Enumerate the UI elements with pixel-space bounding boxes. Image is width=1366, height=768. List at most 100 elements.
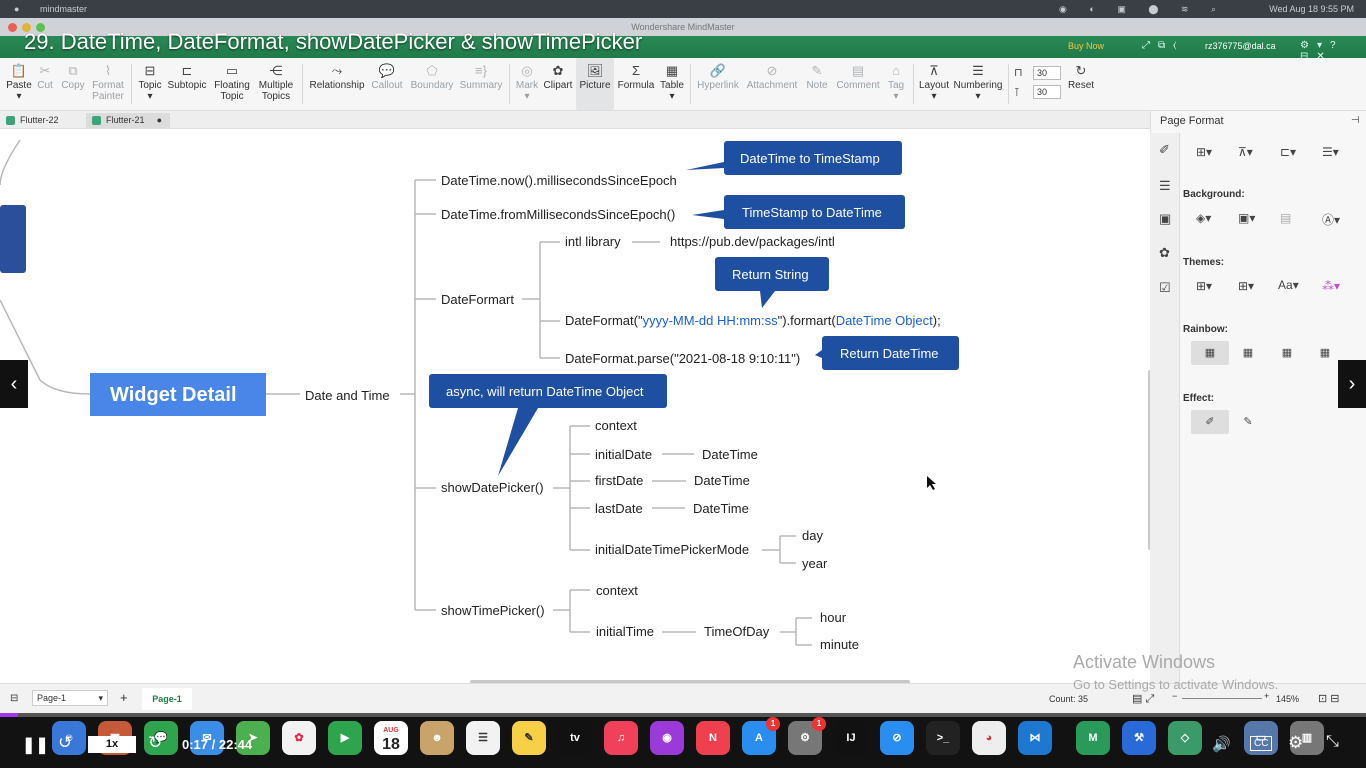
page-select[interactable]: Page-1 ▾	[32, 690, 108, 706]
copy-button[interactable]: ⧉ Copy	[58, 58, 88, 110]
podcasts-icon[interactable]: ◉	[650, 721, 684, 755]
background-image-icon[interactable]: ▣▾	[1238, 211, 1255, 225]
effect-option-2[interactable]: ✎	[1229, 410, 1267, 434]
view-icons[interactable]: ▤ ⤢	[1132, 692, 1154, 706]
node-minute[interactable]: minute	[820, 637, 859, 652]
panel-toggle-icon[interactable]: ⊟	[10, 693, 18, 704]
app-store-icon[interactable]: A1	[742, 717, 780, 755]
horizontal-spacing-input[interactable]: 30	[1033, 66, 1061, 80]
topic-date-and-time[interactable]: Date and Time	[305, 388, 390, 403]
format-painter-button[interactable]: ⌇ Format Painter	[90, 58, 126, 110]
floating-topic-button[interactable]: ▭ Floating Topic	[211, 58, 253, 110]
table-button[interactable]: ▦ Table ▾	[657, 58, 687, 110]
hyperlink-button[interactable]: 🔗 Hyperlink	[695, 58, 741, 110]
zoom-slider[interactable]	[1182, 698, 1262, 699]
node-intl-url[interactable]: https://pub.dev/packages/intl	[670, 234, 835, 249]
node-time-of-day[interactable]: TimeOfDay	[704, 624, 770, 639]
node-year[interactable]: year	[802, 556, 828, 571]
node-dateformat-parse[interactable]: DateFormat.parse("2021-08-18 9:10:11")	[565, 351, 800, 366]
zoom-level[interactable]: 145%	[1276, 694, 1299, 704]
font-theme-button[interactable]: Aa▾	[1278, 278, 1299, 292]
apple-icon[interactable]: ●	[14, 0, 19, 18]
captions-icon[interactable]: CC	[1250, 736, 1273, 751]
node-show-time-picker[interactable]: showTimePicker()	[441, 603, 545, 618]
music-icon[interactable]: ♫	[604, 721, 638, 755]
mark-button[interactable]: ◎ Mark ▾	[513, 58, 541, 110]
structure-icon[interactable]: ⊞▾	[1196, 145, 1212, 159]
node-hour[interactable]: hour	[820, 610, 847, 625]
callout-async[interactable]: async, will return DateTime Object	[446, 384, 644, 399]
note-button[interactable]: ✎ Note	[803, 58, 831, 110]
watermark-icon[interactable]: Ⓐ▾	[1322, 211, 1340, 228]
clipart-panel-icon[interactable]: ✿	[1159, 245, 1170, 261]
attachment-button[interactable]: ⊘ Attachment	[744, 58, 800, 110]
paste-button[interactable]: 📋 Paste ▾	[5, 58, 33, 110]
contacts-icon[interactable]: ☻	[420, 721, 454, 755]
node-day[interactable]: day	[802, 528, 823, 543]
comment-button[interactable]: ▤ Comment	[834, 58, 882, 110]
node-show-date-picker[interactable]: showDatePicker()	[441, 480, 544, 495]
formula-button[interactable]: Σ Formula	[616, 58, 656, 110]
fill-color-icon[interactable]: ◈▾	[1196, 211, 1211, 225]
color-theme-icon[interactable]: ⁂▾	[1322, 279, 1340, 293]
account-email[interactable]: rz376775@dal.ca	[1205, 41, 1276, 51]
tag-button[interactable]: ⌂ Tag ▾	[884, 58, 908, 110]
pin-icon[interactable]: ⊣	[1351, 115, 1360, 126]
pause-icon[interactable]: ❚❚	[22, 735, 49, 755]
fit-screen-icon[interactable]: ⊡ ⊟	[1318, 692, 1340, 705]
zoom-out-icon[interactable]: −	[1172, 691, 1177, 701]
cut-button[interactable]: ✂ Cut	[34, 58, 56, 110]
node-stp-context[interactable]: context	[596, 583, 638, 598]
tree-layout-icon[interactable]: ⊼▾	[1238, 145, 1253, 159]
rainbow-option-3[interactable]: ▦	[1268, 341, 1306, 365]
node-last-date[interactable]: lastDate	[595, 501, 643, 516]
settings-gear-icon[interactable]: ⚙	[1288, 733, 1303, 753]
safari-icon[interactable]: ⊘	[880, 721, 914, 755]
node-intl-library[interactable]: intl library	[565, 234, 621, 249]
picture-button[interactable]: 🖼 Picture	[576, 58, 614, 110]
xcode-icon[interactable]: ⚒	[1122, 721, 1156, 755]
rewind-5s-icon[interactable]: ↺	[58, 733, 72, 753]
layout-button[interactable]: ⊼ Layout ▾	[917, 58, 951, 110]
node-initial-date[interactable]: initialDate	[595, 447, 652, 462]
vscode-icon[interactable]: ⋈	[1018, 721, 1052, 755]
facetime-icon[interactable]: ▶	[328, 721, 362, 755]
callout-ts-to-dt[interactable]: TimeStamp to DateTime	[742, 205, 882, 220]
callout-button[interactable]: 💬 Callout	[368, 58, 406, 110]
chrome-icon[interactable]: ◕	[972, 721, 1006, 755]
theme-icon[interactable]: ⊞▾	[1196, 279, 1212, 293]
node-dateformat[interactable]: DateFormart	[441, 292, 514, 307]
relationship-button[interactable]: ⤳ Relationship	[308, 58, 366, 110]
multiple-topics-button[interactable]: ⋲ Multiple Topics	[255, 58, 297, 110]
callout-dt-to-ts[interactable]: DateTime to TimeStamp	[740, 151, 880, 166]
outline-list-icon[interactable]: ☰	[1159, 178, 1171, 194]
reset-button[interactable]: ↻ Reset	[1066, 58, 1096, 110]
playback-speed-button[interactable]: 1x	[88, 736, 136, 753]
numbering-button[interactable]: ☰ Numbering ▾	[952, 58, 1004, 110]
node-initial-time[interactable]: initialTime	[596, 624, 654, 639]
image-icon[interactable]: ▣	[1159, 211, 1171, 227]
next-lecture-button[interactable]: ›	[1338, 360, 1366, 408]
zoom-in-icon[interactable]: +	[1264, 691, 1269, 701]
boundary-button[interactable]: ⬠ Boundary	[408, 58, 456, 110]
system-preferences-icon[interactable]: ⚙ 1	[788, 717, 826, 755]
unsaved-dot-icon[interactable]: ●	[157, 113, 162, 128]
rainbow-option-2[interactable]: ▦	[1229, 341, 1267, 365]
exit-fullscreen-icon[interactable]: ⤡	[1326, 733, 1339, 751]
close-window-icon[interactable]	[8, 23, 17, 32]
background-remove-icon[interactable]: ▤	[1280, 211, 1291, 225]
node-first-date-type[interactable]: DateTime	[694, 473, 750, 488]
forward-5s-icon[interactable]: ↻	[148, 733, 162, 753]
node-sdp-context[interactable]: context	[595, 418, 637, 433]
intellij-icon[interactable]: IJ	[834, 721, 868, 755]
notes-icon[interactable]: ✎	[512, 721, 546, 755]
mindmaster-files-icon[interactable]: ◇	[1168, 721, 1202, 755]
callout-return-string[interactable]: Return String	[732, 267, 809, 282]
theme-layout-icon[interactable]: ⊞▾	[1238, 279, 1254, 293]
subtopic-button[interactable]: ⊏ Subtopic	[166, 58, 208, 110]
news-icon[interactable]: N	[696, 721, 730, 755]
page-tab-1[interactable]: Page-1	[142, 688, 192, 710]
summary-button[interactable]: ≡} Summary	[458, 58, 504, 110]
reminders-icon[interactable]: ☰	[466, 721, 500, 755]
node-picker-mode[interactable]: initialDateTimePickerMode	[595, 542, 749, 557]
